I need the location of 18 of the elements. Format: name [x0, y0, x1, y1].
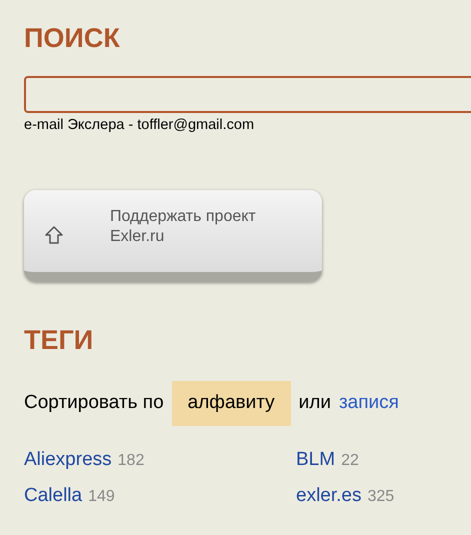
tag-link[interactable]: Calella: [24, 482, 82, 510]
tag-count: 22: [341, 450, 359, 470]
section-heading: ПОИСК: [24, 22, 120, 55]
tag-count: 325: [367, 487, 394, 507]
tag-count: 182: [118, 450, 144, 470]
tag-link[interactable]: Aliexpress: [24, 446, 112, 474]
sort-separator: или: [298, 391, 331, 415]
search-field[interactable]: [24, 76, 471, 113]
tag-link[interactable]: exler.es: [296, 482, 362, 510]
tag-count: 149: [88, 487, 115, 507]
sort-label: Сортировать по: [24, 391, 164, 415]
tag-link[interactable]: BLM: [296, 446, 336, 474]
email-note: e-mail Экслера - toffler@gmail.com: [24, 116, 254, 135]
sort-option[interactable]: запися: [338, 389, 399, 418]
support-button[interactable]: Поддержать проект Exler.ru: [24, 190, 322, 282]
sort-option[interactable]: алфавиту: [172, 381, 291, 426]
section-heading: ТЕГИ: [24, 324, 94, 357]
up-arrow-icon: [44, 225, 64, 245]
